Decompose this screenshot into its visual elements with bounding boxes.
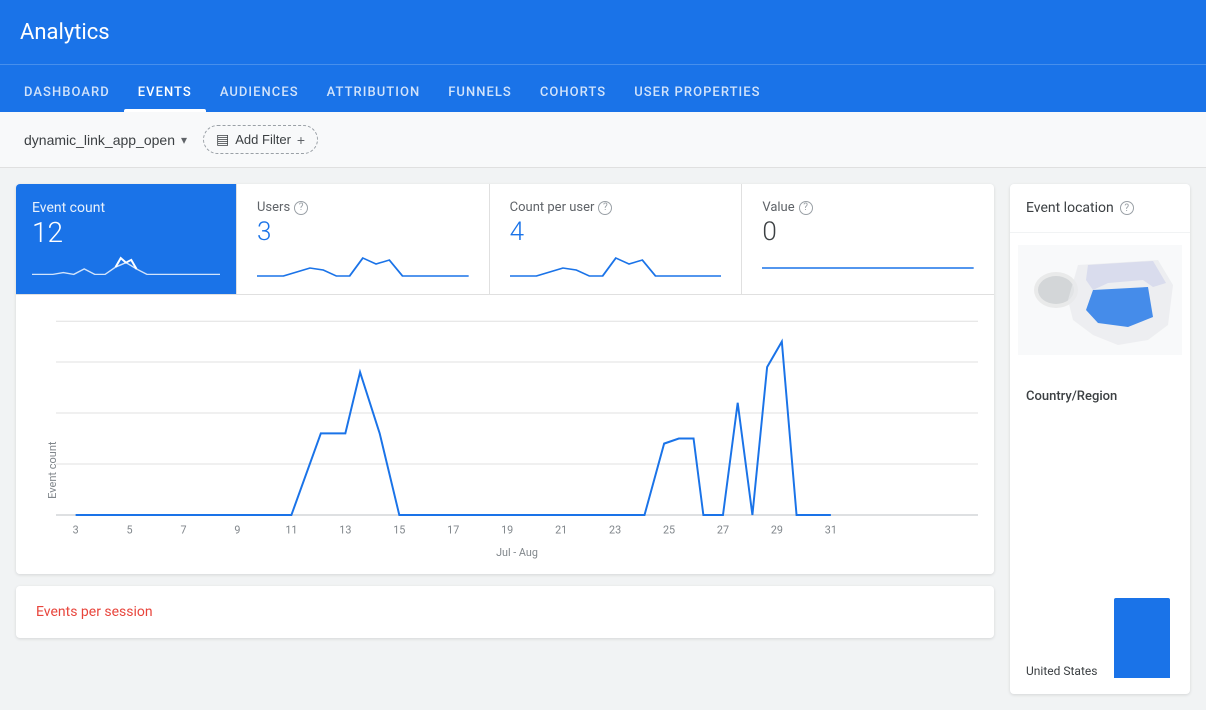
svg-text:25: 25 xyxy=(663,523,675,536)
users-help-icon[interactable]: ? xyxy=(294,201,308,215)
left-panel: Event count 12 Users ? 3 xyxy=(16,184,994,694)
nav-dashboard[interactable]: DASHBOARD xyxy=(10,85,124,112)
count-per-user-stat: Count per user ? 4 xyxy=(489,184,742,294)
nav-attribution[interactable]: ATTRIBUTION xyxy=(313,85,435,112)
svg-text:9: 9 xyxy=(234,523,240,536)
nav-events[interactable]: EVENTS xyxy=(124,85,206,112)
filter-bar: dynamic_link_app_open ▾ ▤ Add Filter + xyxy=(0,112,1206,168)
main-content: Event count 12 Users ? 3 xyxy=(0,168,1206,710)
users-value: 3 xyxy=(257,217,469,247)
plus-icon: + xyxy=(297,132,305,148)
events-per-session-label: Events per session xyxy=(36,604,153,620)
users-stat: Users ? 3 xyxy=(236,184,489,294)
main-chart-svg: 0 2 4 6 8 3 5 7 9 11 13 15 17 19 xyxy=(56,311,978,566)
add-filter-label: Add Filter xyxy=(235,132,291,147)
svg-text:17: 17 xyxy=(447,523,459,536)
svg-text:Jul - Aug: Jul - Aug xyxy=(496,546,538,559)
country-name: United States xyxy=(1026,664,1106,678)
users-sparkline xyxy=(257,248,469,278)
y-axis-label: Event count xyxy=(46,441,59,498)
event-location-header: Event location ? xyxy=(1010,184,1190,233)
event-dropdown[interactable]: dynamic_link_app_open ▾ xyxy=(20,126,191,154)
count-per-user-sparkline xyxy=(510,248,722,278)
nav-cohorts[interactable]: COHORTS xyxy=(526,85,620,112)
value-value: 0 xyxy=(762,217,974,247)
country-bar-chart: United States xyxy=(1010,422,1190,694)
svg-text:15: 15 xyxy=(393,523,405,536)
map-svg xyxy=(1018,245,1182,355)
svg-text:3: 3 xyxy=(73,523,79,536)
event-dropdown-label: dynamic_link_app_open xyxy=(24,132,175,148)
event-count-stat: Event count 12 xyxy=(16,184,236,294)
svg-text:5: 5 xyxy=(127,523,133,536)
users-label: Users ? xyxy=(257,200,469,215)
count-per-user-label: Count per user ? xyxy=(510,200,722,215)
svg-text:11: 11 xyxy=(285,523,297,536)
svg-text:27: 27 xyxy=(717,523,729,536)
events-per-session-card: Events per session xyxy=(16,586,994,638)
main-chart-area: Event count 0 2 4 6 8 xyxy=(16,294,994,574)
us-bar xyxy=(1114,598,1170,678)
nav-audiences[interactable]: AUDIENCES xyxy=(206,85,313,112)
country-region-label: Country/Region xyxy=(1010,377,1190,410)
value-help-icon[interactable]: ? xyxy=(799,201,813,215)
count-per-user-help-icon[interactable]: ? xyxy=(598,201,612,215)
svg-text:7: 7 xyxy=(180,523,186,536)
svg-text:29: 29 xyxy=(771,523,783,536)
top-header: Analytics xyxy=(0,0,1206,64)
value-label: Value ? xyxy=(762,200,974,215)
event-count-sparkline xyxy=(32,249,220,278)
svg-text:13: 13 xyxy=(339,523,351,536)
svg-text:23: 23 xyxy=(609,523,621,536)
filter-icon: ▤ xyxy=(216,131,229,148)
event-count-label: Event count xyxy=(32,200,220,216)
nav-bar: DASHBOARD EVENTS AUDIENCES ATTRIBUTION F… xyxy=(0,64,1206,112)
app-title: Analytics xyxy=(20,20,110,45)
right-panel: Event location ? Country/Region xyxy=(1010,184,1190,694)
us-bar-row: United States xyxy=(1026,598,1174,678)
map-container xyxy=(1010,245,1190,365)
chevron-down-icon: ▾ xyxy=(181,133,187,147)
add-filter-button[interactable]: ▤ Add Filter + xyxy=(203,125,318,154)
stats-card: Event count 12 Users ? 3 xyxy=(16,184,994,574)
value-stat: Value ? 0 xyxy=(741,184,994,294)
event-location-label: Event location xyxy=(1026,200,1114,216)
svg-text:19: 19 xyxy=(501,523,513,536)
svg-text:31: 31 xyxy=(825,523,837,536)
count-per-user-value: 4 xyxy=(510,217,722,247)
value-sparkline xyxy=(762,248,974,278)
svg-text:21: 21 xyxy=(555,523,567,536)
nav-user-properties[interactable]: USER PROPERTIES xyxy=(620,85,774,112)
stats-row: Event count 12 Users ? 3 xyxy=(16,184,994,294)
event-location-help-icon[interactable]: ? xyxy=(1120,201,1134,215)
event-count-value: 12 xyxy=(32,216,220,249)
nav-funnels[interactable]: FUNNELS xyxy=(434,85,526,112)
